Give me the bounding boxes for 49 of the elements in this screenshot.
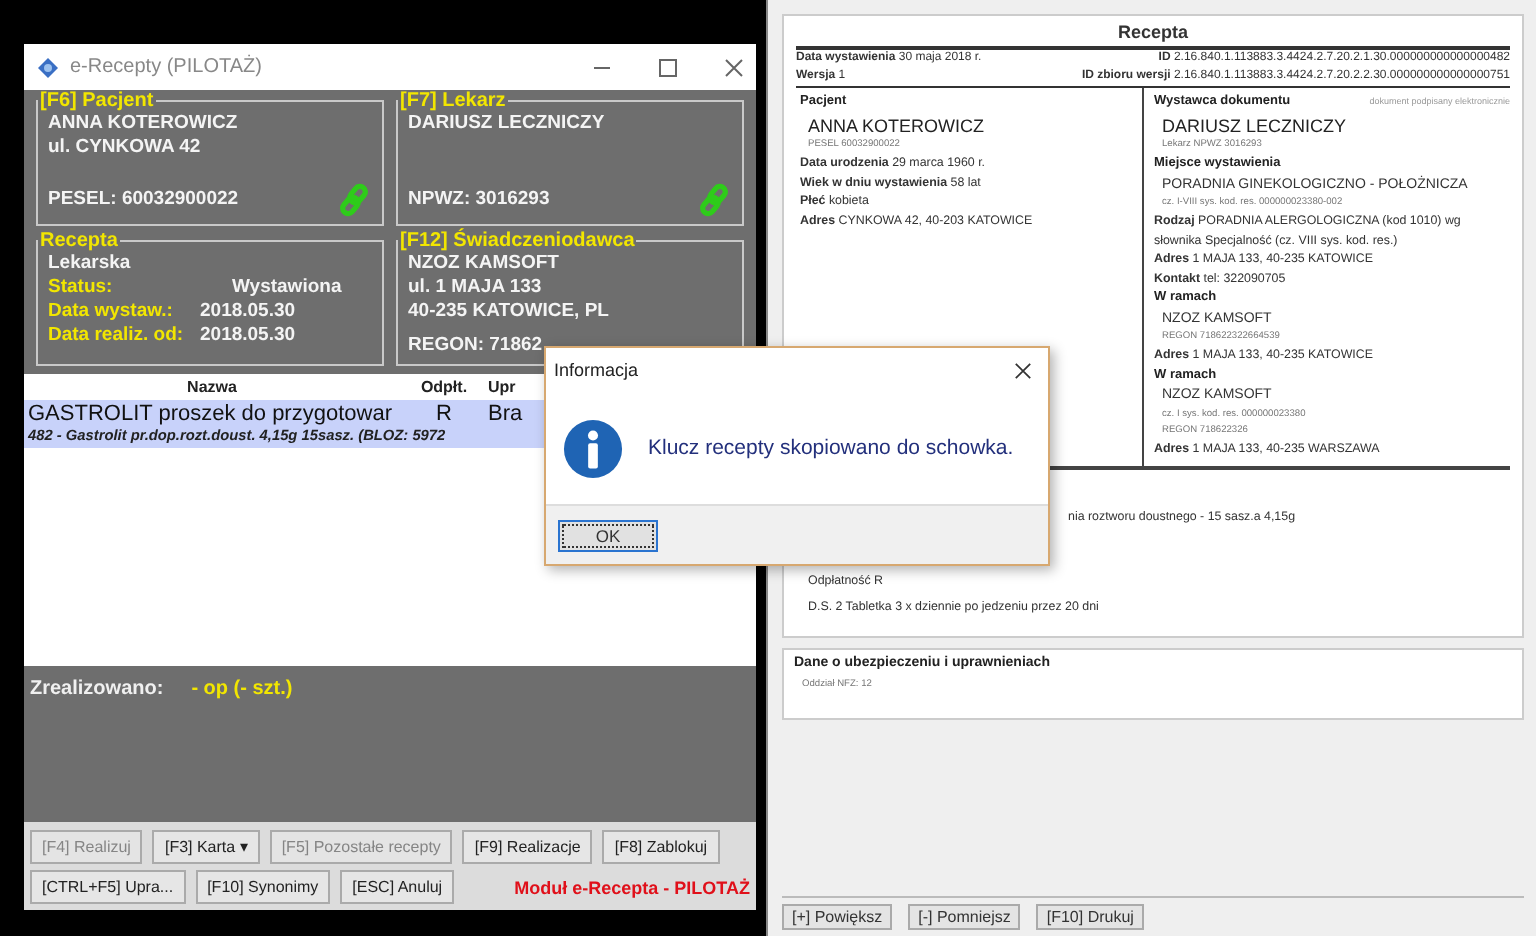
realized-label: Zrealizowano: <box>30 678 164 700</box>
action-button[interactable]: [F8] Zablokuj <box>602 830 720 864</box>
window-title: e-Recepty (PILOTAŻ) <box>70 56 264 78</box>
realized-value: - op (- szt.) <box>191 678 293 700</box>
field-label: Data wystaw.: <box>48 300 175 324</box>
id-number: PESEL: 60032900022 <box>48 188 239 212</box>
app-logo-icon <box>36 55 60 79</box>
table-cell-text: Bra <box>488 402 525 426</box>
document-title: Recepta <box>796 16 1510 50</box>
prescription-type: Lekarska <box>48 252 133 276</box>
action-button[interactable]: [F3] Karta ▾ <box>152 830 260 864</box>
column-header: Nazwa <box>185 378 239 396</box>
close-icon[interactable] <box>724 57 744 77</box>
group-title: [F12] Świadczeniodawca <box>398 230 637 252</box>
info-text: ul. 1 MAJA 133 <box>408 276 544 300</box>
field-value: 2018.05.30 <box>200 324 296 348</box>
table-cell-text: GASTROLIT proszek do przygotowar <box>28 402 394 426</box>
id-number: REGON: 71862 <box>408 334 543 358</box>
id-number: NPWZ: 3016293 <box>408 188 550 212</box>
action-button[interactable]: [F10] Synonimy <box>195 870 331 904</box>
action-button[interactable]: [CTRL+F5] Upra... <box>30 870 186 904</box>
action-button[interactable]: [ESC] Anuluj <box>340 870 455 904</box>
group-title: [F7] Lekarz <box>398 90 508 112</box>
column-header: Upr <box>488 378 518 396</box>
dialog-title: Informacja <box>554 360 639 380</box>
person-name: DARIUSZ LECZNICZY <box>1160 113 1349 138</box>
field-value: Wystawiona <box>232 276 342 300</box>
info-icon <box>562 417 624 479</box>
group-title: Recepta <box>38 230 120 252</box>
column-header: Odpłt. <box>418 378 470 396</box>
preview-button[interactable]: [+] Powiększ <box>782 904 893 930</box>
field-label: Status: <box>48 276 115 300</box>
info-text: NZOZ KAMSOFT <box>408 252 561 276</box>
info-text: DARIUSZ LECZNICZY <box>408 112 607 136</box>
maximize-icon[interactable] <box>658 57 678 77</box>
group-title: [F6] Pacjent <box>38 90 156 112</box>
field-value: 2018.05.30 <box>200 300 296 324</box>
action-button[interactable]: [F9] Realizacje <box>462 830 593 864</box>
module-label: Moduł e-Recepta - PILOTAŻ <box>514 877 750 897</box>
field-label: Data realiz. od: <box>48 324 186 348</box>
person-name: ANNA KOTEROWICZ <box>806 113 987 138</box>
info-text: 40-235 KATOWICE, PL <box>408 300 611 324</box>
preview-button[interactable]: [-] Pomniejsz <box>908 904 1021 930</box>
close-icon[interactable] <box>1014 361 1032 379</box>
info-text: ul. CYNKOWA 42 <box>48 136 203 160</box>
preview-button[interactable]: [F10] Drukuj <box>1036 904 1144 930</box>
table-cell-text: R <box>434 402 454 426</box>
info-text: ANNA KOTEROWICZ <box>48 112 240 136</box>
ok-button[interactable]: OK <box>558 519 658 551</box>
